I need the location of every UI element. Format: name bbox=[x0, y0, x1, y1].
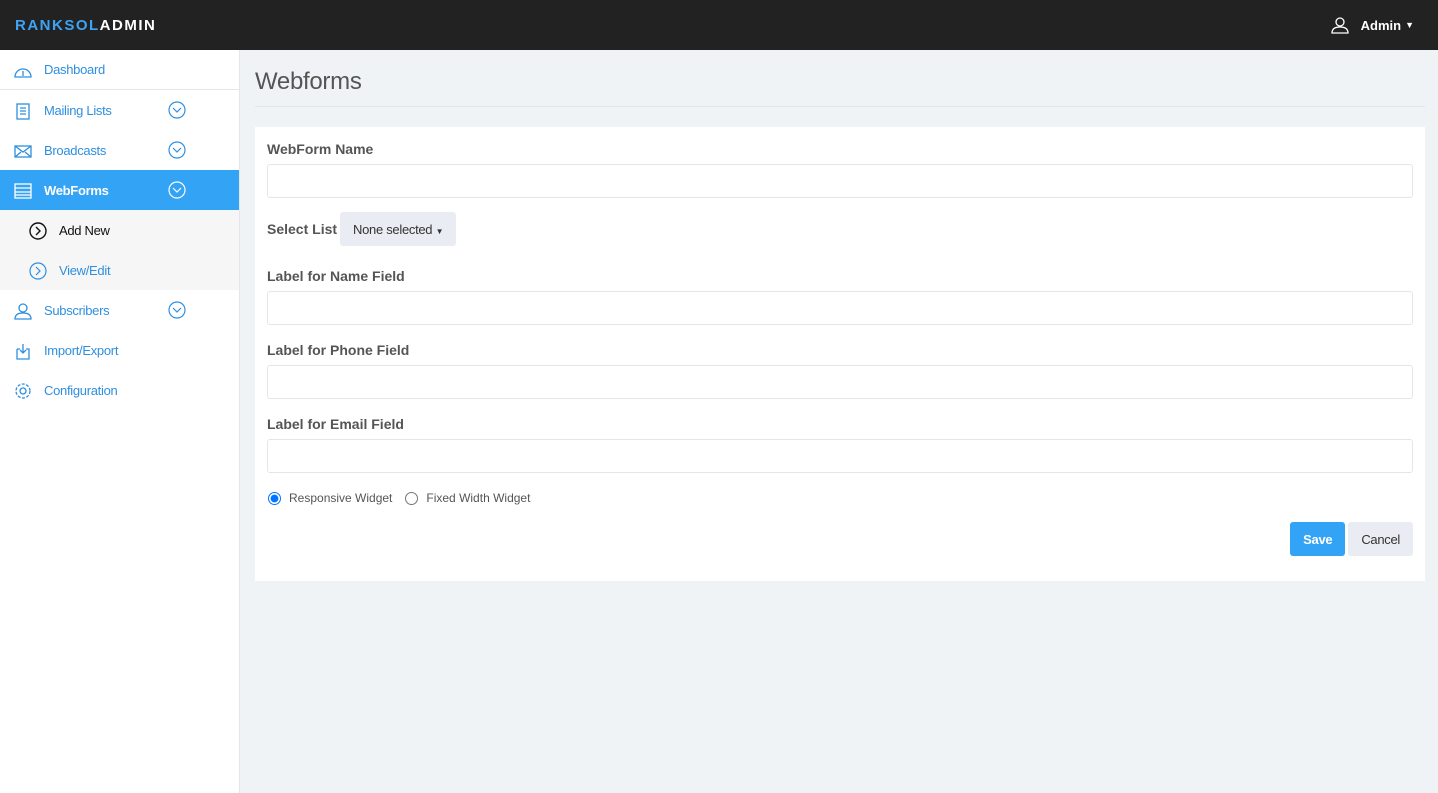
name-field-label: Label for Name Field bbox=[267, 268, 405, 284]
sidebar: Dashboard Mailing Lists Broadcasts WebFo… bbox=[0, 50, 240, 793]
chevron-right-circle-icon bbox=[29, 222, 47, 240]
user-menu[interactable]: Admin ▼ bbox=[1330, 16, 1414, 34]
clipboard-icon bbox=[16, 103, 30, 120]
sidebar-item-subscribers[interactable]: Subscribers bbox=[0, 290, 239, 330]
envelope-icon bbox=[14, 145, 32, 158]
chevron-right-circle-icon bbox=[29, 262, 47, 280]
sidebar-item-view-edit[interactable]: View/Edit bbox=[0, 250, 239, 290]
save-button[interactable]: Save bbox=[1290, 522, 1346, 556]
sidebar-item-configuration[interactable]: Configuration bbox=[0, 370, 239, 410]
top-bar: RANKSOLADMIN Admin ▼ bbox=[0, 0, 1438, 50]
page-title: Webforms bbox=[255, 68, 1425, 107]
sidebar-item-mailing-lists[interactable]: Mailing Lists bbox=[0, 90, 239, 130]
select-list-label: Select List bbox=[267, 221, 338, 237]
select-list-dropdown[interactable]: None selected ▼ bbox=[340, 212, 457, 246]
form-icon bbox=[14, 183, 32, 199]
caret-down-icon: ▼ bbox=[435, 226, 444, 236]
cancel-button[interactable]: Cancel bbox=[1348, 522, 1413, 556]
sidebar-item-import-export[interactable]: Import/Export bbox=[0, 330, 239, 370]
sidebar-item-webforms[interactable]: WebForms bbox=[0, 170, 239, 210]
phone-field-label-input[interactable] bbox=[267, 365, 1413, 399]
email-field-label: Label for Email Field bbox=[267, 416, 404, 432]
chevron-down-icon[interactable] bbox=[168, 181, 186, 199]
name-field-label-input[interactable] bbox=[267, 291, 1413, 325]
webform-card: WebForm Name Select List None selected ▼… bbox=[255, 127, 1425, 581]
email-field-label-input[interactable] bbox=[267, 439, 1413, 473]
chevron-down-icon[interactable] bbox=[168, 141, 186, 159]
webform-name-label: WebForm Name bbox=[267, 141, 374, 157]
main-content: Webforms WebForm Name Select List None s… bbox=[255, 50, 1425, 581]
webform-name-input[interactable] bbox=[267, 164, 1413, 198]
user-icon bbox=[14, 303, 32, 320]
sidebar-item-add-new[interactable]: Add New bbox=[0, 210, 239, 250]
caret-down-icon: ▼ bbox=[1405, 20, 1414, 30]
fixed-width-widget-radio[interactable] bbox=[405, 491, 419, 505]
webforms-submenu: Add New View/Edit bbox=[0, 210, 239, 290]
chevron-down-icon[interactable] bbox=[168, 101, 186, 119]
sidebar-item-broadcasts[interactable]: Broadcasts bbox=[0, 130, 239, 170]
import-icon bbox=[16, 344, 30, 360]
responsive-widget-radio[interactable] bbox=[268, 491, 281, 505]
user-icon bbox=[1330, 17, 1349, 34]
gear-icon bbox=[15, 383, 31, 399]
phone-field-label: Label for Phone Field bbox=[267, 342, 410, 358]
chevron-down-icon[interactable] bbox=[168, 301, 186, 319]
dashboard-icon bbox=[14, 68, 32, 78]
logo[interactable]: RANKSOLADMIN bbox=[15, 17, 156, 34]
sidebar-item-dashboard[interactable]: Dashboard bbox=[0, 50, 239, 90]
